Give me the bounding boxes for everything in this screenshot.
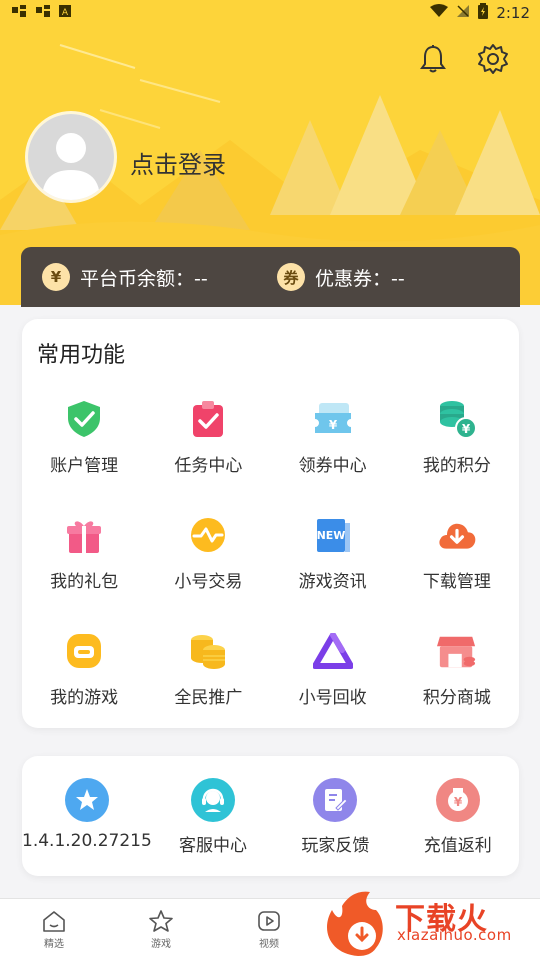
svg-text:¥: ¥ [462,422,471,436]
function-label: 客服中心 [178,836,247,856]
battery-icon [478,3,489,23]
my-gift-pack-button[interactable]: 我的礼包 [22,513,146,629]
my-points-button[interactable]: ¥ 我的积分 [395,397,519,513]
common-functions-card: 常用功能 账户管理 任务中心 ¥ 领券中心 ¥ 我的积分 我的礼包 小号交易 N… [22,319,519,728]
function-label: 玩家反馈 [301,836,370,856]
function-label: 我的礼包 [50,572,119,592]
shield-check-icon [64,399,104,439]
trade-wave-icon [188,515,228,555]
function-label: 小号交易 [174,572,243,592]
customer-service-button[interactable]: 客服中心 [152,776,274,856]
function-label: 账户管理 [50,456,119,476]
headset-icon [190,778,235,822]
game-news-button[interactable]: NEW 游戏资讯 [271,513,395,629]
function-label: 领券中心 [298,456,367,476]
nav-label: 精选 [44,939,64,950]
my-games-button[interactable]: 我的游戏 [22,629,146,745]
svg-text:¥: ¥ [454,795,463,809]
promotion-button[interactable]: 全民推广 [146,629,270,745]
news-icon: NEW [313,515,353,555]
gift-icon [64,515,104,555]
account-management-button[interactable]: 账户管理 [22,397,146,513]
function-label: 充值返利 [423,836,492,856]
function-label: 全民推广 [174,688,243,708]
coupon-ticket-icon: ¥ [313,399,353,439]
app-notification-icon [10,3,28,23]
no-signal-icon [456,4,470,22]
rebate-icon: ¥ [435,778,480,822]
points-mall-button[interactable]: 积分商城 [395,629,519,745]
coupon-balance-label: 优惠券：-- [315,267,405,290]
function-label: 积分商城 [422,688,491,708]
recharge-rebate-button[interactable]: ¥ 充值返利 [397,776,519,856]
avatar[interactable] [28,114,114,200]
function-label: 我的游戏 [50,688,119,708]
a-notification-icon: A [58,4,72,22]
coupon-center-button[interactable]: ¥ 领券中心 [271,397,395,513]
section-title: 常用功能 [37,343,126,368]
svg-text:¥: ¥ [328,418,337,432]
star-icon [64,778,109,822]
clipboard-check-icon [188,399,228,439]
download-management-button[interactable]: 下载管理 [395,513,519,629]
function-label: 我的积分 [422,456,491,476]
nav-featured[interactable]: 精选 [24,909,84,950]
video-play-icon [258,911,280,931]
function-label: 小号回收 [298,688,367,708]
secondary-card: 1.4.1.20.27215 客服中心 玩家反馈 ¥ 充值返利 [22,756,519,876]
account-recycle-button[interactable]: 小号回收 [271,629,395,745]
function-label: 游戏资讯 [298,572,367,592]
login-link[interactable]: 点击登录 [130,145,226,180]
balance-bar: ¥ 平台币余额：-- 券 优惠券：-- [21,247,520,307]
function-label: 任务中心 [174,456,243,476]
default-avatar-icon [28,114,114,200]
recycle-icon [312,631,353,671]
nav-label: 视频 [259,939,279,950]
account-trade-button[interactable]: 小号交易 [146,513,270,629]
cloud-download-icon [437,515,477,555]
watermark-url: xiazaihuo.com [397,926,512,944]
gamepad-icon [64,631,104,671]
wifi-icon [430,4,449,22]
coupon-icon: 券 [277,263,305,291]
shop-icon [436,631,477,671]
task-center-button[interactable]: 任务中心 [146,397,270,513]
coupon-balance[interactable]: 券 优惠券：-- [277,263,405,291]
nav-video[interactable]: 视频 [239,909,299,950]
gear-icon[interactable] [476,42,510,76]
home-icon [43,911,65,932]
bell-icon[interactable] [416,42,450,76]
version-button[interactable]: 1.4.1.20.27215 [22,776,152,856]
feedback-icon [313,778,358,822]
coin-balance[interactable]: ¥ 平台币余额：-- [42,263,277,291]
coins-icon [188,631,228,671]
status-time: 2:12 [496,4,530,22]
app-notification-icon [34,3,52,23]
nav-games[interactable]: 游戏 [131,909,191,950]
svg-text:A: A [62,8,69,18]
status-bar: A 2:12 [0,0,540,26]
coin-balance-label: 平台币余额：-- [80,267,208,290]
yen-coin-icon: ¥ [42,263,70,291]
function-label: 下载管理 [422,572,491,592]
coin-stack-icon: ¥ [437,399,477,439]
svg-text:NEW: NEW [316,529,345,542]
player-feedback-button[interactable]: 玩家反馈 [274,776,396,856]
nav-label: 游戏 [151,939,171,950]
version-label: 1.4.1.20.27215 [22,831,152,851]
star-outline-icon [149,910,173,932]
